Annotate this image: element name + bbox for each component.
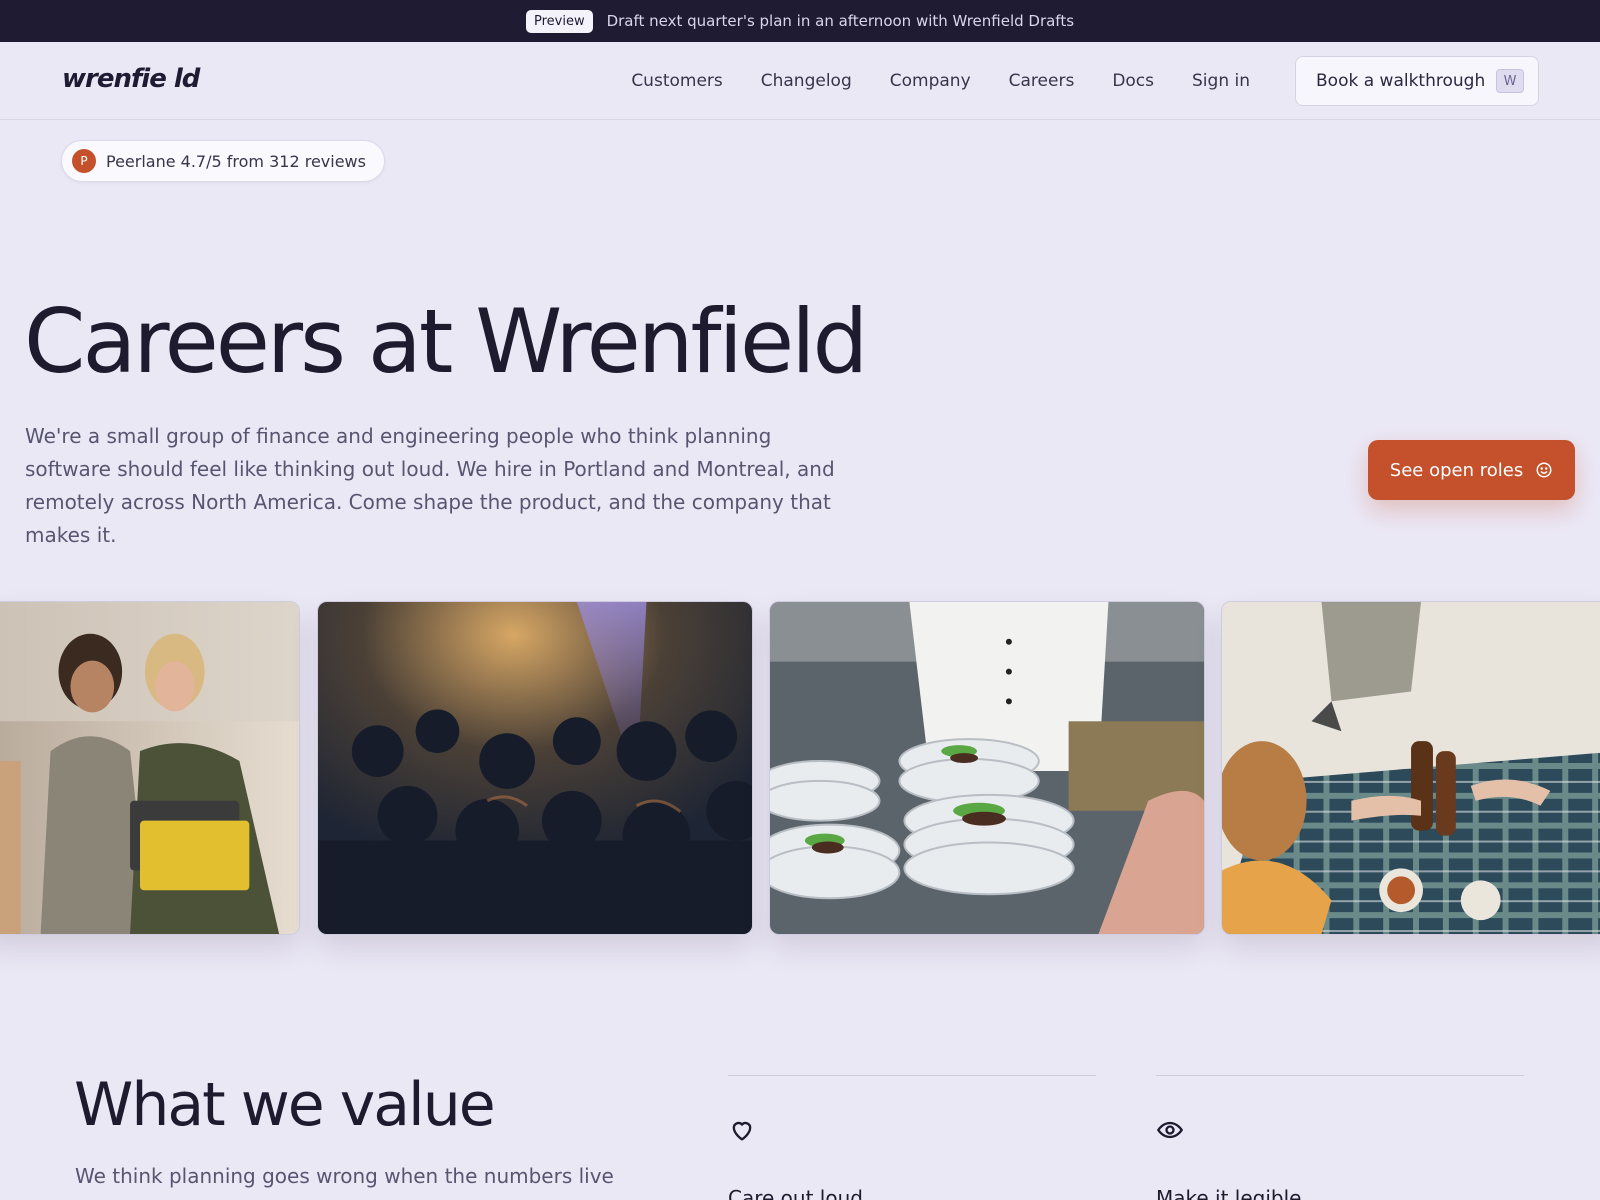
smile-icon — [1536, 462, 1552, 478]
announcement-bar: Preview Draft next quarter's plan in an … — [0, 0, 1600, 42]
photo-colleagues-laughing — [0, 601, 300, 935]
peerlane-avatar: P — [72, 149, 96, 173]
photo-beach-picnic — [1221, 601, 1600, 935]
nav-customers[interactable]: Customers — [631, 71, 722, 91]
nav-links: Customers Changelog Company Careers Docs… — [631, 42, 1250, 120]
values-description: We think planning goes wrong when the nu… — [75, 1164, 614, 1188]
hero-description: We're a small group of finance and engin… — [25, 424, 835, 547]
main-nav: wrenfie ld Customers Changelog Company C… — [0, 42, 1600, 120]
announcement-message[interactable]: Draft next quarter's plan in an afternoo… — [607, 12, 1074, 30]
heart-icon — [732, 1121, 752, 1141]
book-walkthrough-label: Book a walkthrough — [1316, 71, 1486, 91]
photo-concert-crowd — [317, 601, 753, 935]
values-heading: What we value — [74, 1070, 496, 1140]
book-walkthrough-button[interactable]: Book a walkthrough W — [1295, 56, 1539, 106]
value-card-title: Care out loud — [728, 1186, 863, 1200]
rating-text: Peerlane 4.7/5 from 312 reviews — [106, 151, 366, 171]
wrenfield-logo[interactable]: wrenfie ld — [62, 64, 200, 94]
shortcut-key: W — [1496, 69, 1524, 93]
nav-careers[interactable]: Careers — [1009, 71, 1075, 91]
preview-badge: Preview — [525, 9, 593, 33]
page-title: Careers at Wrenfield — [24, 290, 868, 393]
eye-icon — [1156, 1121, 1184, 1139]
photo-chefs-plating — [769, 601, 1205, 935]
value-card-title: Make it legible — [1156, 1186, 1302, 1200]
nav-sign-in[interactable]: Sign in — [1192, 71, 1250, 91]
value-card-legible: Make it legible — [1156, 1075, 1524, 1200]
see-open-roles-button[interactable]: See open roles — [1368, 440, 1575, 500]
review-rating-chip[interactable]: P Peerlane 4.7/5 from 312 reviews — [61, 140, 385, 182]
nav-docs[interactable]: Docs — [1112, 71, 1154, 91]
nav-company[interactable]: Company — [890, 71, 971, 91]
value-card-care: Care out loud — [728, 1075, 1096, 1200]
see-open-roles-label: See open roles — [1389, 459, 1524, 481]
nav-changelog[interactable]: Changelog — [761, 71, 852, 91]
